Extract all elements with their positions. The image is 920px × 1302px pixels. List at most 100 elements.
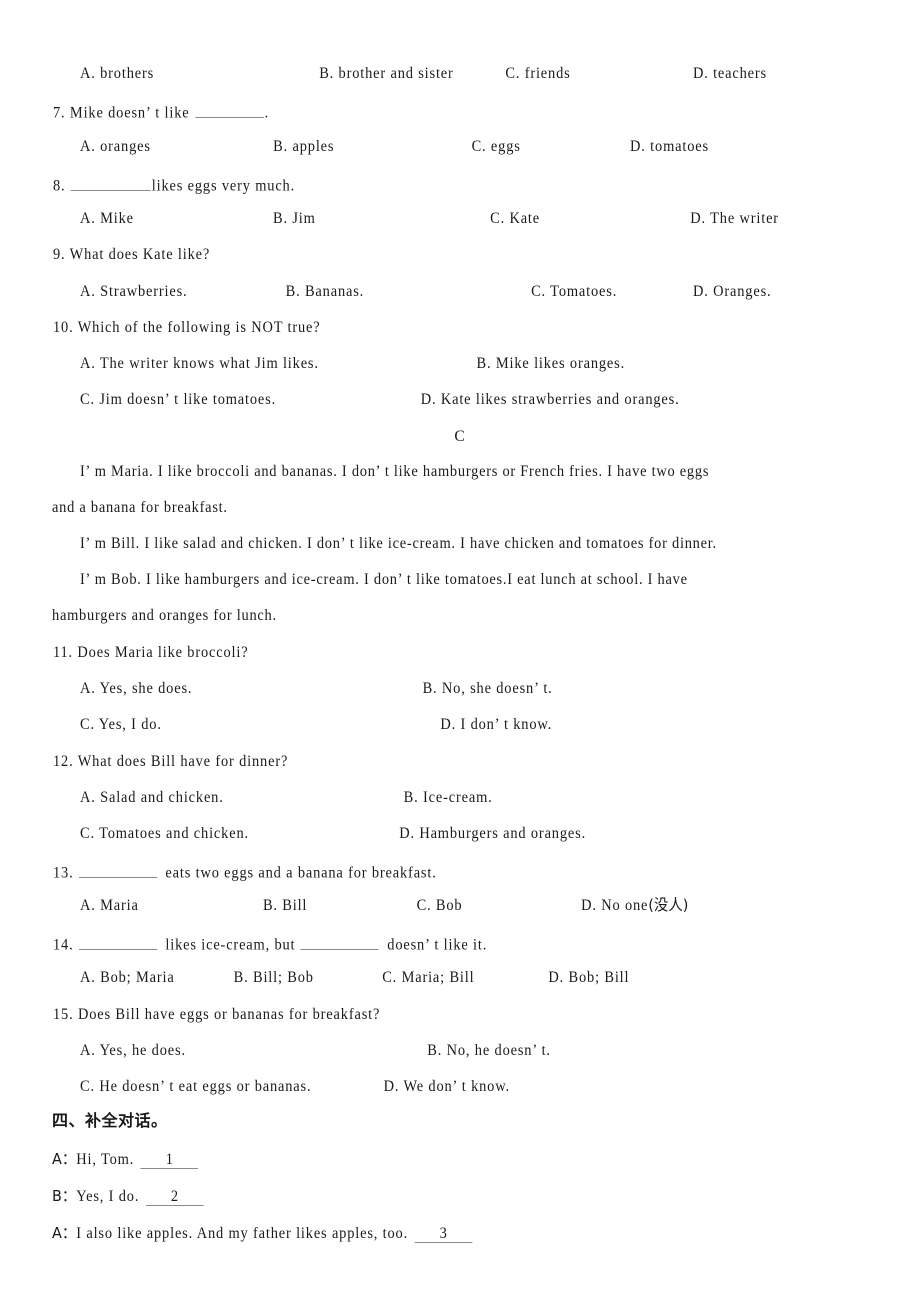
- option-d-q11-part1: D. I don: [440, 716, 495, 733]
- worksheet-page: A. brothers B. brother and sister C. fri…: [0, 0, 920, 1302]
- q7-stem-part1: 7. Mike doesn: [53, 104, 146, 122]
- option-row-q8: A. Mike B. Jim C. Kate D. The writer: [80, 211, 779, 227]
- option-b-q15-part2: t.: [537, 1042, 551, 1059]
- passage-text: m Maria. I like broccoli and bananas. I …: [90, 463, 376, 480]
- answer-blank-q13[interactable]: [78, 862, 158, 878]
- option-d-q7: D. tomatoes: [630, 138, 709, 155]
- q14-stem-number: 14.: [53, 936, 78, 954]
- option-d-q9: D. Oranges.: [693, 283, 772, 300]
- option-row-q7: A. oranges B. apples C. eggs D. tomatoes: [80, 139, 709, 155]
- option-d-q11-part2: t know.: [499, 716, 553, 733]
- option-d-q13-latin: D. No one: [581, 897, 649, 914]
- option-a-q11: A. Yes, she does.: [80, 680, 193, 697]
- dialogue-blank-3[interactable]: 3: [414, 1226, 473, 1243]
- question-stem-15: 15. Does Bill have eggs or bananas for b…: [53, 1006, 381, 1023]
- dialogue-text: Hi, Tom.: [76, 1151, 139, 1168]
- option-c-q12: C. Tomatoes and chicken.: [80, 825, 249, 842]
- option-a-q12: A. Salad and chicken.: [80, 789, 224, 806]
- option-row-q10-cd: C. Jim doesn’ t like tomatoes. D. Kate l…: [80, 392, 680, 408]
- dialogue-line-1: A：Hi, Tom. 1: [52, 1151, 200, 1169]
- option-b-q7: B. apples: [273, 138, 335, 155]
- dialogue-line-2: B：Yes, I do. 2: [52, 1188, 205, 1206]
- question-stem-7: 7. Mike doesn’ t like .: [53, 102, 269, 121]
- option-b-q15-part1: B. No, he doesn: [427, 1042, 533, 1059]
- option-row-q11-ab: A. Yes, she does. B. No, she doesn’ t.: [80, 681, 553, 697]
- question-stem-9: 9. What does Kate like?: [53, 246, 211, 263]
- q14-stem-mid: likes ice-cream, but: [165, 936, 300, 954]
- option-c-q7: C. eggs: [471, 138, 521, 155]
- option-a-q9: A. Strawberries.: [80, 283, 188, 300]
- question-stem-12: 12. What does Bill have for dinner?: [53, 753, 289, 770]
- option-c-q8: C. Kate: [490, 210, 541, 227]
- dialogue-line-3: A：I also like apples. And my father like…: [52, 1224, 474, 1243]
- option-c-q15-part1: C. He doesn: [80, 1078, 161, 1095]
- section-heading-four: 四、补全对话。: [52, 1111, 168, 1130]
- passage-bob-line2: hamburgers and oranges for lunch.: [52, 607, 277, 624]
- passage-bob-line1: I’ m Bob. I like hamburgers and ice-crea…: [80, 572, 688, 588]
- option-b-q13: B. Bill: [262, 897, 308, 914]
- option-a-q6: A. brothers: [80, 65, 155, 82]
- option-a-q7: A. oranges: [80, 138, 151, 155]
- option-b-q12: B. Ice-cream.: [403, 789, 493, 806]
- option-c-q9: C. Tomatoes.: [531, 283, 618, 300]
- q13-stem-number: 13.: [53, 864, 78, 882]
- option-b-q14: B. Bill; Bob: [233, 969, 314, 986]
- option-c-q14: C. Maria; Bill: [382, 969, 475, 986]
- dialogue-text: Yes, I do.: [76, 1188, 144, 1205]
- dialogue-speaker: A：: [52, 1224, 77, 1242]
- option-row-q6: A. brothers B. brother and sister C. fri…: [80, 66, 767, 82]
- section-letter-c: C: [454, 428, 466, 445]
- option-d-q10: D. Kate likes strawberries and oranges.: [420, 391, 680, 408]
- option-row-q11-cd: C. Yes, I do. D. I don’ t know.: [80, 717, 552, 733]
- option-row-q9: A. Strawberries. B. Bananas. C. Tomatoes…: [80, 284, 771, 300]
- option-d-q13-gloss: (没人): [648, 896, 689, 914]
- option-row-q12-ab: A. Salad and chicken. B. Ice-cream.: [80, 790, 493, 806]
- option-b-q9: B. Bananas.: [285, 283, 365, 300]
- option-c-q15-part2: t eat eggs or bananas.: [164, 1078, 312, 1095]
- dialogue-blank-1[interactable]: 1: [140, 1152, 199, 1169]
- option-d-q14: D. Bob; Bill: [548, 969, 630, 986]
- option-b-q11-part2: t.: [538, 680, 553, 697]
- option-a-q14: A. Bob; Maria: [80, 969, 175, 986]
- option-row-q15-ab: A. Yes, he does. B. No, he doesn’ t.: [80, 1043, 551, 1059]
- option-d-q12: D. Hamburgers and oranges.: [399, 825, 587, 842]
- option-b-q6: B. brother and sister: [319, 65, 454, 82]
- answer-blank-q7[interactable]: [194, 102, 264, 118]
- option-row-q14: A. Bob; Maria B. Bill; Bob C. Maria; Bil…: [80, 970, 629, 986]
- option-row-q10-ab: A. The writer knows what Jim likes. B. M…: [80, 356, 625, 372]
- q8-stem-number: 8.: [53, 177, 70, 195]
- option-d-q15-part2: t know.: [457, 1078, 510, 1095]
- option-c-q11: C. Yes, I do.: [80, 716, 162, 733]
- answer-blank-q14-first[interactable]: [78, 934, 158, 950]
- option-c-q10-part2: t like tomatoes.: [169, 391, 277, 408]
- passage-maria-line1: I’ m Maria. I like broccoli and bananas.…: [80, 464, 709, 480]
- option-c-q10-part1: C. Jim doesn: [80, 391, 165, 408]
- passage-text: m Bill. I like salad and chicken. I don: [90, 535, 341, 552]
- option-d-q8: D. The writer: [690, 210, 779, 227]
- option-d-q15-part1: D. We don: [383, 1078, 453, 1095]
- option-a-q15: A. Yes, he does.: [80, 1042, 186, 1059]
- q14-stem-part4: t like it.: [429, 936, 488, 954]
- option-row-q13: A. Maria B. Bill C. Bob D. No one(没人): [80, 896, 689, 914]
- passage-maria-line2: and a banana for breakfast.: [52, 499, 228, 516]
- question-stem-11: 11. Does Maria like broccoli?: [53, 644, 249, 661]
- q13-stem-text: eats two eggs and a banana for breakfast…: [165, 864, 437, 882]
- question-stem-10: 10. Which of the following is NOT true?: [53, 319, 321, 336]
- dialogue-blank-2[interactable]: 2: [145, 1189, 204, 1206]
- q7-stem-period: .: [264, 104, 270, 122]
- passage-text: m Bob. I like hamburgers and ice-cream. …: [90, 571, 398, 588]
- option-a-q8: A. Mike: [80, 210, 134, 227]
- option-a-q13: A. Maria: [80, 897, 139, 914]
- passage-text: t like tomatoes.I eat lunch at school. I…: [402, 571, 688, 588]
- option-d-q6: D. teachers: [692, 65, 767, 82]
- question-stem-8: 8. likes eggs very much.: [53, 175, 295, 194]
- answer-blank-q8[interactable]: [70, 175, 151, 191]
- passage-text: t like ice-cream. I have chicken and tom…: [345, 535, 717, 552]
- q7-stem-part2: t like: [150, 104, 194, 122]
- answer-blank-q14-second[interactable]: [300, 934, 379, 950]
- dialogue-text: I also like apples. And my father likes …: [76, 1225, 413, 1242]
- option-b-q10: B. Mike likes oranges.: [476, 355, 626, 372]
- question-stem-13: 13. eats two eggs and a banana for break…: [53, 862, 437, 881]
- question-stem-14: 14. likes ice-cream, but doesn’ t like i…: [53, 934, 487, 953]
- option-a-q10: A. The writer knows what Jim likes.: [80, 355, 319, 372]
